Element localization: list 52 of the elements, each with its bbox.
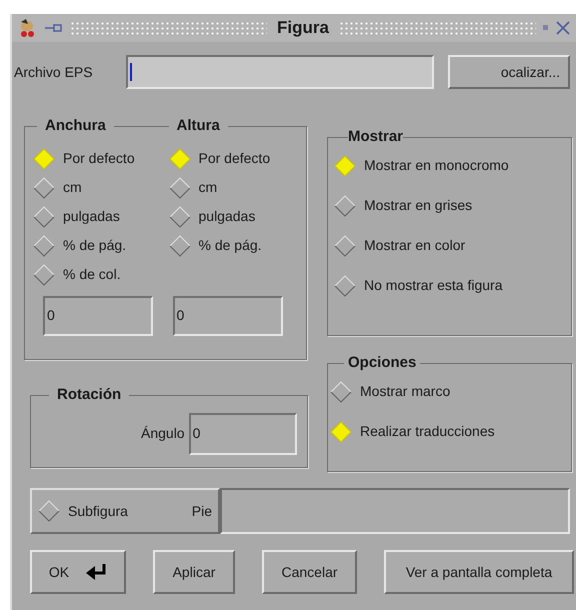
dialog-button[interactable]: Ver a pantalla completa [384,550,574,594]
option-label: Mostrar marco [360,382,450,401]
radio-button[interactable] [33,176,55,198]
dialog-button[interactable]: Cancelar [262,550,357,594]
size-field[interactable]: 0 [172,296,282,336]
radio-selected[interactable] [330,420,352,442]
option-label: pulgadas [198,207,256,226]
close-icon[interactable] [556,21,570,35]
radio-button[interactable] [168,234,190,256]
radio-button[interactable] [334,234,356,256]
angle-field[interactable]: 0 [188,412,297,454]
radio-selected[interactable] [334,154,356,176]
size-field[interactable]: 0 [43,296,153,336]
radio-button[interactable] [168,206,190,228]
option-label: % de col. [63,265,121,284]
radio-button[interactable] [33,264,55,286]
option-label: Mostrar en grises [364,196,472,215]
option-label: Subfigura [68,502,128,521]
option-label: Realizar traducciones [360,422,495,441]
radio-selected[interactable] [168,148,190,170]
file-path-field[interactable] [126,55,434,89]
option-label: cm [198,178,218,197]
dialog-button[interactable]: Aplicar [153,550,235,594]
option-label: Por defecto [63,149,135,168]
caption-field[interactable] [220,488,570,534]
browse-button[interactable]: ocalizar... [448,55,570,89]
radio-button[interactable] [334,274,356,296]
option-label: Mostrar en color [364,236,466,255]
field-label: Pie [192,502,212,520]
window-title: Figura [276,17,330,40]
enter-key-icon [85,563,108,581]
option-label: No mostrar esta figura [364,276,502,295]
option-label: % de pág. [198,236,262,255]
pin-icon[interactable] [44,22,64,34]
radio-button[interactable] [38,500,60,522]
option-label: Por defecto [198,149,270,168]
option-label: Mostrar en monocromo [364,156,509,175]
option-label: cm [63,178,82,197]
radio-button[interactable] [334,194,356,216]
field-label: Archivo EPS [14,62,94,82]
option-label: % de pág. [63,236,126,255]
option-label: pulgadas [63,207,120,226]
group-title: Rotación [56,385,122,405]
ok-button[interactable]: OK [30,550,126,594]
radio-button[interactable] [33,206,55,228]
radio-button[interactable] [330,380,352,402]
group-title: Opciones [347,353,418,373]
field-label: Ángulo [141,424,185,443]
radio-button[interactable] [33,234,55,256]
radio-button[interactable] [168,176,190,198]
group-title: Mostrar [348,127,404,147]
radio-selected[interactable] [33,148,55,170]
